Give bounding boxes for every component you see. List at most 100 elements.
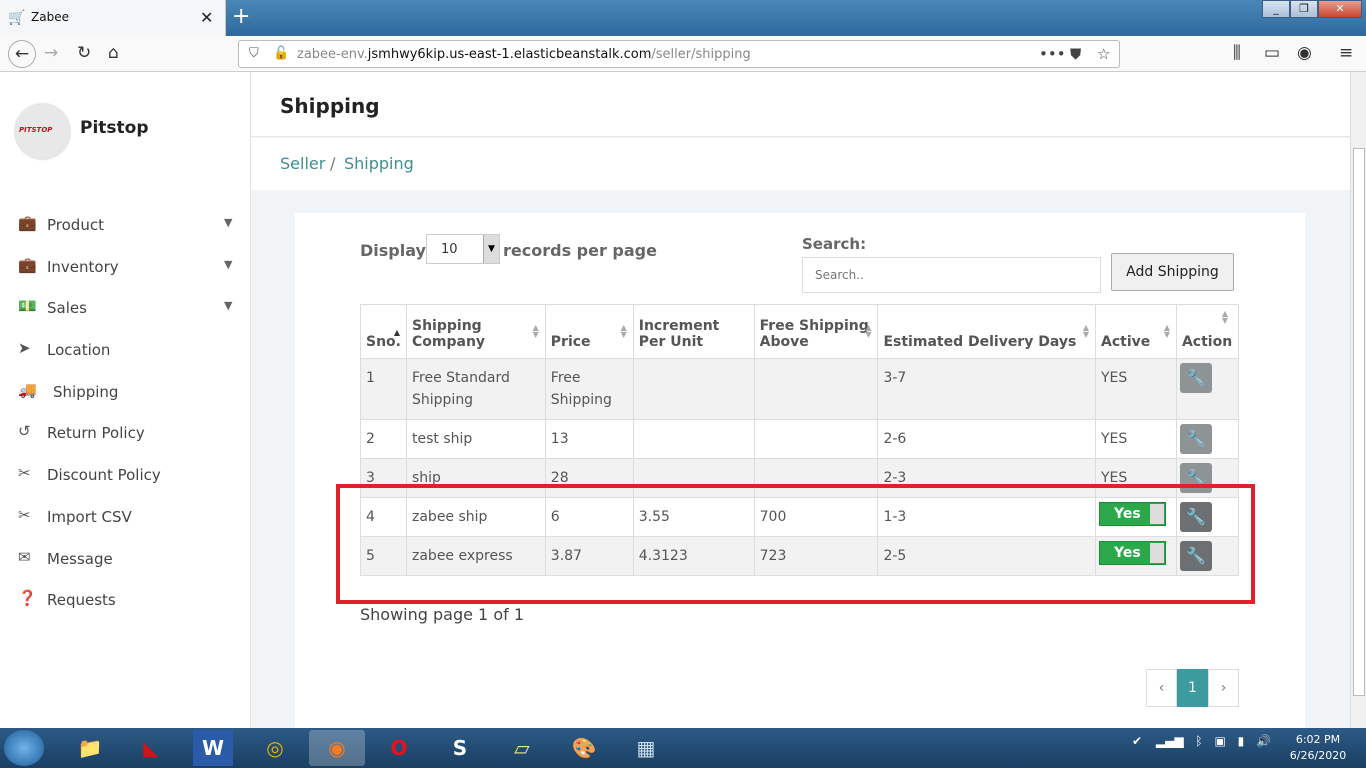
chevron-down-icon: ▼ bbox=[224, 216, 233, 229]
sidebar-item-shipping[interactable]: 🚚 Shipping bbox=[0, 371, 250, 413]
security-icon[interactable]: ✔ bbox=[1132, 734, 1142, 748]
sidebar-item-inventory[interactable]: 💼 Inventory ▼ bbox=[0, 246, 250, 288]
display-label: Display bbox=[360, 241, 426, 260]
sidebar-item-label: Product bbox=[47, 216, 104, 234]
home-icon[interactable]: ⌂ bbox=[108, 43, 119, 63]
firefox-icon[interactable]: ◉ bbox=[309, 730, 365, 766]
start-button[interactable] bbox=[4, 730, 44, 766]
taskbar-clock[interactable]: 6:02 PM 6/26/2020 bbox=[1280, 732, 1356, 764]
new-tab-icon[interactable]: + bbox=[232, 4, 250, 29]
volume-icon[interactable]: 🔊 bbox=[1256, 734, 1271, 748]
page-size-select[interactable]: 10 ▼ bbox=[426, 234, 500, 264]
clock-time: 6:02 PM bbox=[1295, 733, 1341, 746]
sort-icon: ▲ ▼ bbox=[865, 323, 872, 339]
scrollbar-thumb[interactable] bbox=[1353, 148, 1365, 696]
sidebar-item-label: Return Policy bbox=[47, 424, 145, 443]
library-icon[interactable]: ⫼ bbox=[1233, 43, 1241, 63]
store-logo: PITSTOP bbox=[15, 104, 70, 159]
restore-icon[interactable]: ❐ bbox=[1290, 0, 1318, 18]
skype-icon[interactable]: S bbox=[432, 730, 488, 766]
column-header-action[interactable]: Action ▲ ▼ bbox=[1175, 304, 1240, 359]
next-page-icon[interactable]: › bbox=[1208, 669, 1239, 707]
chrome-icon[interactable]: ◎ bbox=[247, 730, 303, 766]
briefcase-icon: 💼 bbox=[18, 255, 37, 274]
sidebar-item-discount-policy[interactable]: ✂ Discount Policy bbox=[0, 454, 250, 496]
bookmark-star-icon[interactable]: ☆ bbox=[1097, 45, 1110, 63]
sidebar-item-requests[interactable]: ❓ Requests bbox=[0, 579, 250, 621]
vertical-scrollbar[interactable] bbox=[1350, 72, 1366, 728]
more-actions-icon[interactable]: ••• bbox=[1039, 45, 1066, 63]
sticky-notes-icon[interactable]: ▱ bbox=[494, 730, 550, 766]
battery-icon[interactable]: ▮ bbox=[1238, 734, 1245, 748]
menu-icon[interactable]: ≡ bbox=[1339, 43, 1353, 63]
breadcrumb-shipping[interactable]: Shipping bbox=[344, 154, 414, 173]
chevron-down-icon: ▼ bbox=[224, 299, 233, 313]
sort-icon: ▲ ▼ bbox=[1163, 323, 1170, 339]
column-header-free-above[interactable]: Free Shipping Above ▲ ▼ bbox=[753, 304, 879, 359]
sidebar-item-return-policy[interactable]: ↺ Return Policy bbox=[0, 412, 250, 454]
account-icon[interactable]: ◉ bbox=[1297, 43, 1312, 63]
column-header-sno[interactable]: Sno. ▲ bbox=[360, 304, 407, 359]
acrobat-icon[interactable]: ◣ bbox=[123, 730, 179, 766]
breadcrumb-seller[interactable]: Seller bbox=[280, 154, 325, 173]
wrench-icon[interactable]: 🔧 bbox=[1179, 424, 1212, 454]
browser-tab[interactable]: 🛒 Zabee ✕ bbox=[0, 0, 226, 36]
sidebar: PITSTOP Pitstop 💼 Product ▼ 💼 Inventory … bbox=[0, 72, 251, 728]
column-header-company[interactable]: Shipping Company ▲ ▼ bbox=[406, 304, 546, 359]
sort-icon: ▲ ▼ bbox=[532, 323, 539, 339]
money-icon: 💵 bbox=[18, 297, 37, 316]
minimize-icon[interactable]: _ bbox=[1262, 0, 1290, 18]
sort-asc-icon: ▲ bbox=[393, 328, 400, 337]
shipping-card: Display 10 ▼ records per page Search: Ad… bbox=[295, 213, 1305, 728]
bluetooth-icon[interactable]: ᛒ bbox=[1195, 734, 1202, 748]
forward-icon[interactable]: → bbox=[44, 43, 58, 63]
cell-free-above bbox=[753, 419, 879, 459]
opera-icon[interactable]: O bbox=[371, 730, 427, 766]
sidebar-toggle-icon[interactable]: ▭ bbox=[1264, 43, 1280, 63]
reload-icon[interactable]: ↻ bbox=[77, 43, 91, 63]
prev-page-icon[interactable]: ‹ bbox=[1146, 669, 1177, 707]
page-size-value: 10 bbox=[441, 242, 458, 257]
column-header-days[interactable]: Estimated Delivery Days ▲ ▼ bbox=[877, 304, 1096, 359]
column-header-active[interactable]: Active ▲ ▼ bbox=[1095, 304, 1177, 359]
file-explorer-icon[interactable]: 📁 bbox=[62, 730, 118, 766]
close-window-icon[interactable]: ✕ bbox=[1318, 0, 1362, 18]
pagination: ‹ 1 › bbox=[1146, 669, 1239, 707]
breadcrumb-separator: / bbox=[330, 154, 336, 173]
breadcrumb: Seller / Shipping bbox=[251, 138, 1350, 190]
dropdown-arrow-icon[interactable]: ▼ bbox=[483, 235, 499, 263]
chevron-down-icon: ▼ bbox=[224, 257, 233, 271]
add-shipping-button[interactable]: Add Shipping bbox=[1111, 253, 1234, 291]
search-input[interactable] bbox=[802, 257, 1101, 293]
column-header-price[interactable]: Price ▲ ▼ bbox=[544, 304, 634, 359]
sidebar-item-sales[interactable]: 💵 Sales ▼ bbox=[0, 287, 250, 329]
sidebar-item-location[interactable]: ➤ Location bbox=[0, 329, 250, 371]
column-header-label: Action bbox=[1181, 334, 1233, 350]
paint-icon[interactable]: 🎨 bbox=[556, 730, 612, 766]
cell-free-above bbox=[753, 358, 879, 420]
page-button-1[interactable]: 1 bbox=[1177, 669, 1208, 707]
undo-icon: ↺ bbox=[18, 422, 31, 441]
sidebar-item-label: Requests bbox=[47, 591, 116, 610]
sidebar-item-label: Import CSV bbox=[47, 507, 132, 526]
pocket-icon[interactable]: ⛊ bbox=[1070, 45, 1081, 63]
back-icon[interactable]: ← bbox=[8, 40, 36, 68]
calculator-icon[interactable]: ▦ bbox=[618, 730, 674, 766]
signal-icon[interactable]: ▂▄▆ bbox=[1156, 734, 1184, 748]
cell-sno: 1 bbox=[360, 358, 407, 420]
url-text: zabee-env.jsmhwy6kip.us-east-1.elasticbe… bbox=[297, 47, 751, 62]
wrench-icon[interactable]: 🔧 bbox=[1179, 363, 1212, 393]
sidebar-item-message[interactable]: ✉ Message bbox=[0, 538, 250, 580]
word-icon[interactable]: W bbox=[193, 730, 233, 766]
insecure-lock-icon[interactable]: 🔓 bbox=[273, 46, 289, 61]
url-bar[interactable]: ⛉ 🔓 zabee-env.jsmhwy6kip.us-east-1.elast… bbox=[238, 40, 1120, 68]
network-icon[interactable]: ▣ bbox=[1214, 734, 1225, 748]
sidebar-item-product[interactable]: 💼 Product ▼ bbox=[0, 204, 250, 246]
column-header-increment[interactable]: Increment Per Unit bbox=[632, 304, 755, 359]
close-tab-icon[interactable]: ✕ bbox=[200, 8, 213, 27]
shield-icon[interactable]: ⛉ bbox=[249, 46, 259, 61]
sidebar-item-import-csv[interactable]: ✂ Import CSV bbox=[0, 496, 250, 538]
cell-action: 🔧 bbox=[1175, 358, 1240, 420]
sort-icon: ▲ ▼ bbox=[1082, 323, 1089, 339]
cell-increment bbox=[632, 358, 755, 420]
